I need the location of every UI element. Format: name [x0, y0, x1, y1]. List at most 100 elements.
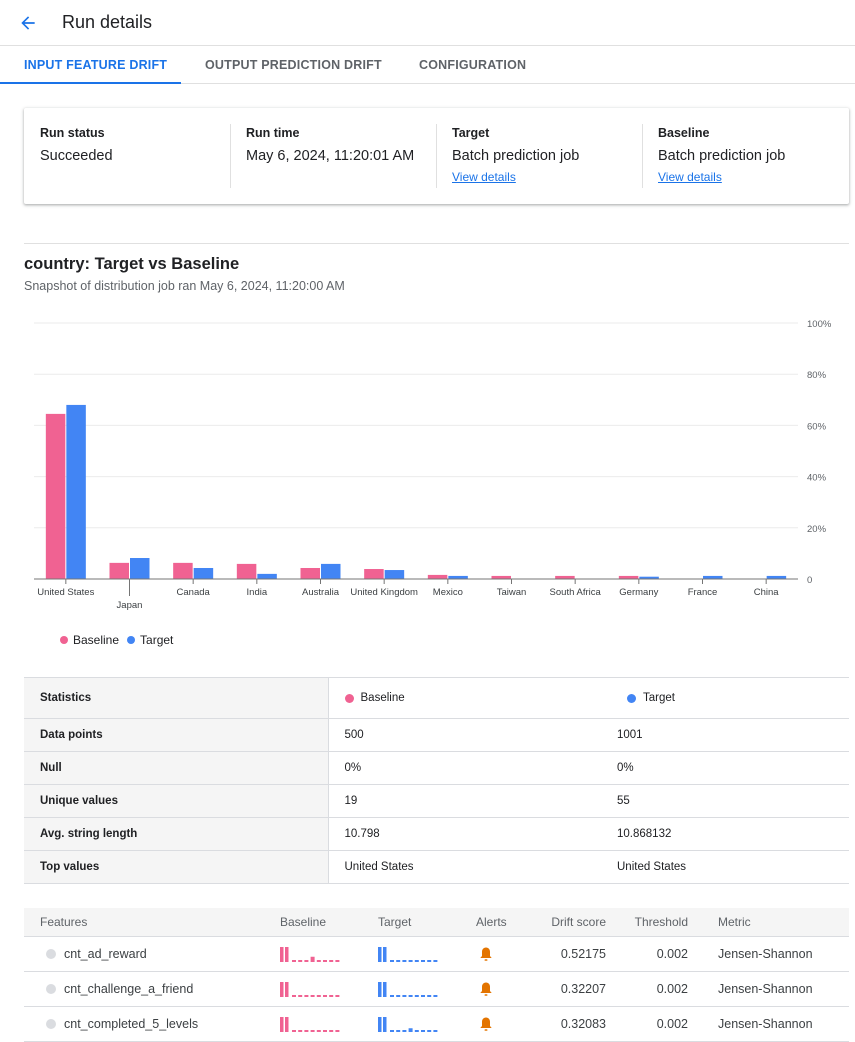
target-value: 0%	[601, 751, 849, 785]
target-bar	[130, 558, 150, 579]
statistics-header-target: Target	[601, 677, 849, 719]
statistics-table: Statistics Baseline Target Data points 5…	[24, 677, 849, 884]
baseline-sparkline-cell	[280, 1006, 378, 1042]
baseline-value: United States	[328, 850, 601, 884]
table-row: Data points 500 1001	[24, 718, 849, 752]
baseline-sparkline	[280, 1016, 340, 1032]
table-row: Null 0% 0%	[24, 751, 849, 785]
sparkline-bar	[335, 1029, 340, 1032]
top-bar: Run details	[0, 0, 855, 46]
target-value: United States	[601, 850, 849, 884]
sparkline-bar	[396, 1029, 401, 1032]
features-header-row: Features Baseline Target Alerts Drift sc…	[24, 908, 849, 937]
tab-input-feature-drift[interactable]: INPUT FEATURE DRIFT	[0, 46, 181, 84]
column-header-target[interactable]: Target	[378, 908, 476, 937]
table-row: Unique values 19 55	[24, 784, 849, 818]
x-tick-label: United Kingdom	[350, 587, 418, 598]
alert-cell	[476, 1006, 536, 1042]
sparkline-bar	[316, 1029, 321, 1032]
column-header-baseline[interactable]: Baseline	[280, 908, 378, 937]
y-tick-label: 80%	[807, 370, 827, 381]
sparkline-bar	[383, 946, 387, 962]
sparkline-bar	[421, 959, 425, 962]
sparkline-bar	[402, 959, 407, 962]
sparkline-bar	[310, 1029, 315, 1032]
sparkline-bar	[390, 1029, 394, 1032]
bell-icon[interactable]	[479, 946, 493, 962]
sparkline-bar	[280, 981, 284, 997]
legend-item-target[interactable]: Target	[127, 633, 173, 647]
drift-score: 0.52175	[536, 936, 606, 972]
sparkline-bar	[396, 994, 401, 997]
baseline-bar	[45, 413, 66, 579]
column-header-alerts[interactable]: Alerts	[476, 908, 536, 937]
baseline-value: Batch prediction job	[658, 148, 786, 164]
baseline-view-details-link[interactable]: View details	[658, 170, 722, 184]
feature-name[interactable]: cnt_challenge_a_friend	[64, 982, 193, 996]
baseline-sparkline	[280, 981, 340, 997]
sparkline-bar	[280, 946, 284, 962]
sparkline-bar	[329, 994, 334, 997]
section-divider	[24, 243, 849, 244]
status-dot-icon	[46, 983, 56, 994]
tab-configuration[interactable]: CONFIGURATION	[395, 46, 555, 83]
row-label: Unique values	[24, 784, 329, 818]
sparkline-bar	[298, 994, 303, 997]
target-sparkline	[378, 1016, 438, 1032]
sparkline-bar	[414, 1029, 419, 1032]
status-dot-icon	[46, 1018, 56, 1029]
sparkline-bar	[408, 994, 413, 997]
threshold: 0.002	[606, 1006, 688, 1042]
sparkline-bar	[414, 994, 419, 997]
summary-target: Target Batch prediction job View details	[436, 124, 642, 188]
feature-row[interactable]: cnt_ad_reward 0.52175 0.002 Jensen-Shannon	[24, 936, 849, 972]
y-tick-label: 60%	[807, 421, 827, 432]
distribution-bar-chart: 0 20% 40% 60% 80% 100% United States Japan Canad…	[34, 319, 832, 611]
back-button[interactable]	[16, 11, 40, 35]
table-row: Top values United States United States	[24, 850, 849, 884]
x-tick-label: Taiwan	[497, 587, 527, 598]
sparkline-bar	[310, 956, 315, 962]
page-title: Run details	[62, 12, 153, 32]
baseline-dot-icon	[60, 636, 68, 644]
baseline-value: 19	[328, 784, 601, 818]
column-header-threshold[interactable]: Threshold	[606, 908, 688, 937]
sparkline-bar	[304, 994, 309, 997]
sparkline-bar	[414, 959, 419, 962]
x-tick-label: Australia	[302, 587, 340, 598]
bell-icon[interactable]	[479, 1016, 493, 1032]
feature-name[interactable]: cnt_completed_5_levels	[64, 1017, 198, 1031]
sparkline-bar	[390, 994, 394, 997]
feature-row[interactable]: cnt_challenge_a_friend 0.32207 0.002 Jensen…	[24, 971, 849, 1007]
target-view-details-link[interactable]: View details	[452, 170, 516, 184]
target-dot-icon	[627, 693, 636, 703]
y-tick-label: 100%	[807, 319, 832, 330]
row-label: Avg. string length	[24, 817, 329, 851]
feature-name-cell: cnt_ad_reward	[24, 936, 280, 972]
bell-icon[interactable]	[479, 981, 493, 997]
legend-item-baseline[interactable]: Baseline	[60, 633, 119, 647]
sparkline-bar	[316, 994, 321, 997]
column-header-metric[interactable]: Metric	[688, 908, 849, 937]
alert-cell	[476, 936, 536, 972]
row-label: Data points	[24, 718, 329, 752]
baseline-dot-icon	[344, 693, 354, 703]
sparkline-bar	[323, 994, 327, 997]
run-time-value: May 6, 2024, 11:20:01 AM	[246, 148, 415, 164]
sparkline-bar	[408, 1027, 413, 1032]
column-header-features[interactable]: Features	[24, 908, 280, 937]
threshold: 0.002	[606, 971, 688, 1007]
sparkline-bar	[421, 994, 425, 997]
column-header-drift-score[interactable]: Drift score	[536, 908, 606, 937]
x-tick-label: China	[754, 587, 780, 598]
sparkline-bar	[285, 981, 289, 997]
sparkline-bar	[433, 959, 438, 962]
arrow-back-icon	[21, 15, 35, 30]
row-label: Null	[24, 751, 329, 785]
feature-row[interactable]: cnt_completed_5_levels 0.32083 0.002 Jensen…	[24, 1006, 849, 1042]
features-table: Features Baseline Target Alerts Drift sc…	[24, 908, 849, 1042]
baseline-bar	[236, 563, 257, 579]
feature-name[interactable]: cnt_ad_reward	[64, 947, 147, 961]
sparkline-bar	[323, 1029, 327, 1032]
tab-output-prediction-drift[interactable]: OUTPUT PREDICTION DRIFT	[181, 46, 395, 83]
